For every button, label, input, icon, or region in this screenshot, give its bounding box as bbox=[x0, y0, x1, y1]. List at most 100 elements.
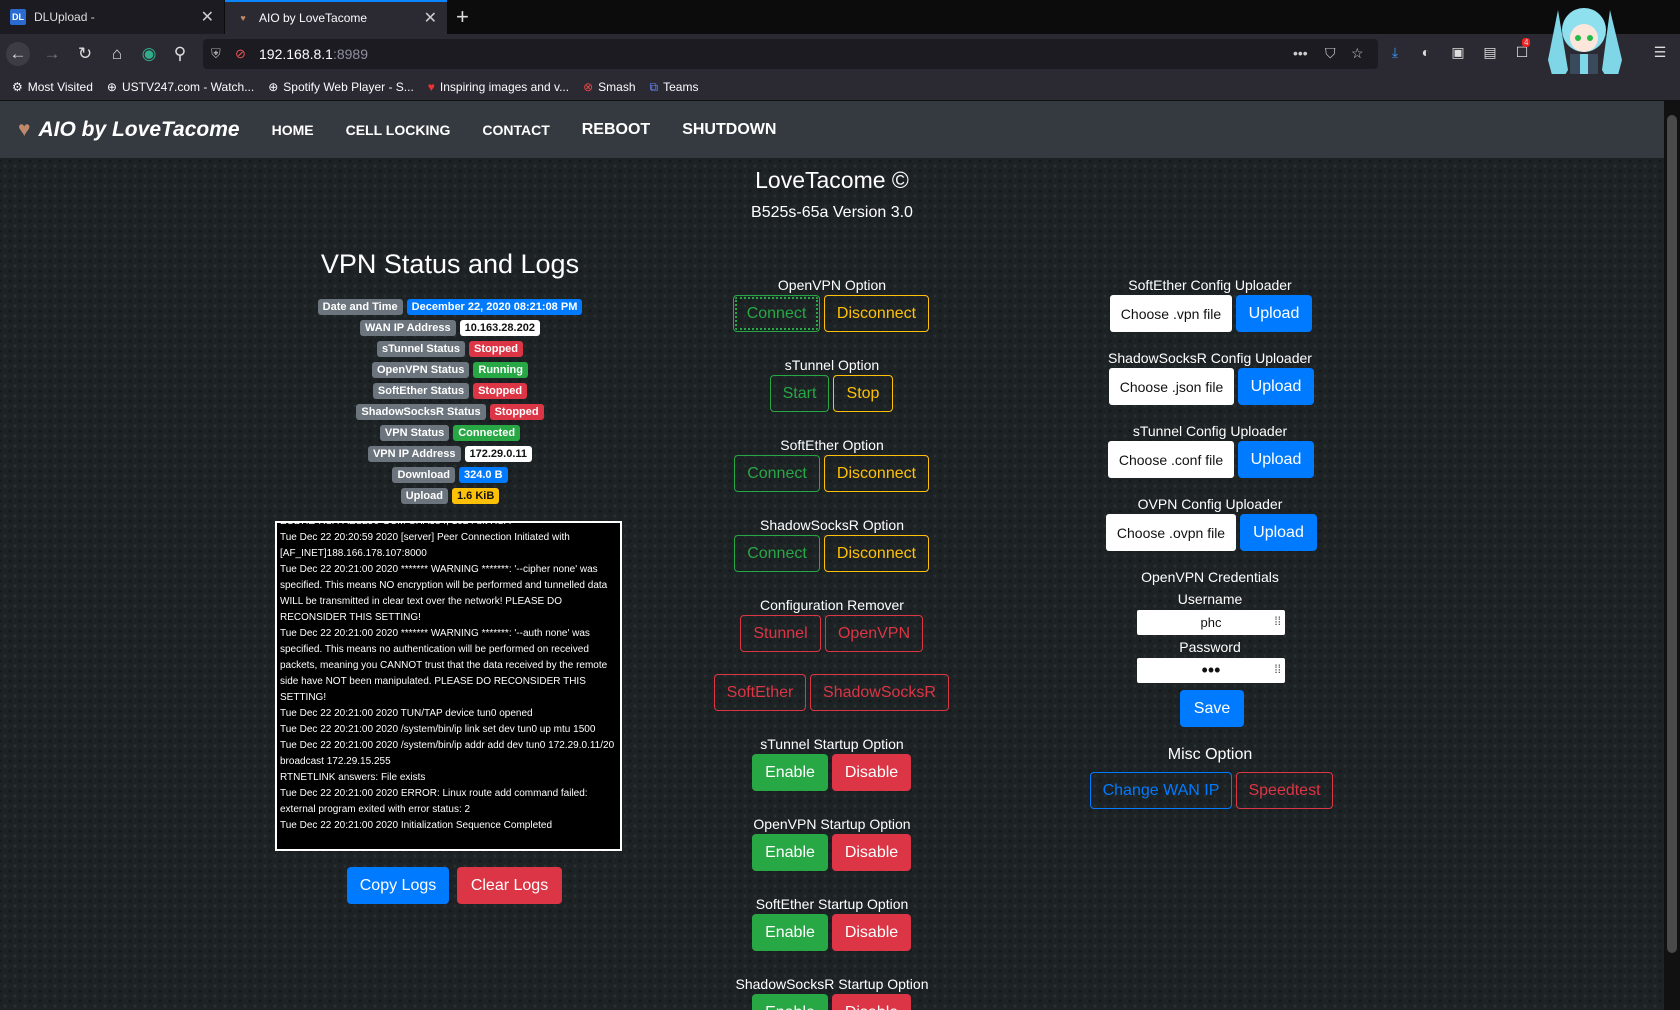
softether-startup-disable-button[interactable]: Disable bbox=[832, 914, 911, 951]
password-manager-icon[interactable]: ⁞⁞ bbox=[1274, 662, 1281, 676]
bookmark-teams[interactable]: ⧉ Teams bbox=[650, 80, 699, 95]
credentials-title: OpenVPN Credentials bbox=[1141, 569, 1279, 585]
openvpn-startup-disable-button[interactable]: Disable bbox=[832, 834, 911, 871]
softether-connect-button[interactable]: Connect bbox=[734, 455, 820, 492]
page-actions-icon[interactable]: ••• bbox=[1293, 45, 1308, 61]
ssr-disconnect-button[interactable]: Disconnect bbox=[824, 535, 929, 572]
status-value: 1.6 KiB bbox=[451, 488, 500, 504]
insecure-lock-icon[interactable]: ⊘ bbox=[235, 46, 253, 62]
softether-startup-enable-button[interactable]: Enable bbox=[752, 914, 828, 951]
page-scrollbar[interactable] bbox=[1664, 101, 1680, 1010]
download-icon[interactable]: ⤓ bbox=[1385, 44, 1405, 64]
nav-contact[interactable]: CONTACT bbox=[482, 122, 549, 138]
choose-conf-file-button[interactable]: Choose .conf file bbox=[1108, 441, 1234, 478]
ssr-startup-disable-button[interactable]: Disable bbox=[832, 994, 911, 1010]
addon-icon[interactable]: ▤ bbox=[1480, 44, 1500, 64]
stunnel-start-button[interactable]: Start bbox=[770, 375, 829, 412]
ssr-upload-button[interactable]: Upload bbox=[1238, 368, 1314, 405]
status-row-wan-ip: WAN IP Address 10.163.28.202 bbox=[260, 320, 640, 336]
change-wan-ip-button[interactable]: Change WAN IP bbox=[1090, 772, 1232, 809]
account-icon[interactable]: ⚲ bbox=[168, 42, 192, 66]
status-label: VPN IP Address bbox=[367, 446, 461, 462]
log-line: Tue Dec 22 20:21:00 2020 Initialization … bbox=[280, 820, 553, 831]
choose-vpn-file-button[interactable]: Choose .vpn file bbox=[1110, 295, 1232, 332]
speedtest-button[interactable]: Speedtest bbox=[1236, 772, 1333, 809]
softether-disconnect-button[interactable]: Disconnect bbox=[824, 455, 929, 492]
bookmark-star-icon[interactable]: ☆ bbox=[1351, 45, 1364, 62]
openvpn-disconnect-button[interactable]: Disconnect bbox=[824, 295, 929, 332]
password-input[interactable]: ••• ⁞⁞ bbox=[1137, 658, 1285, 683]
log-textarea[interactable]: ECDHE-RSA-AES256-GCM-SHA384, 1024 bit RS… bbox=[275, 521, 622, 851]
page-title: LoveTacome © bbox=[755, 167, 909, 193]
browser-tab-bar: DL DLUpload - ✕ ♥ AIO by LoveTacome ✕ + bbox=[0, 0, 1680, 34]
clear-logs-button[interactable]: Clear Logs bbox=[457, 867, 562, 904]
username-input[interactable]: phc ⁞⁞ bbox=[1137, 610, 1285, 635]
browser-tab-dlupload[interactable]: DL DLUpload - ✕ bbox=[0, 0, 224, 34]
config-remover-label: Configuration Remover bbox=[760, 597, 904, 613]
extension-icon[interactable]: ◉ bbox=[137, 42, 161, 66]
reload-icon[interactable]: ↻ bbox=[73, 42, 97, 66]
bookmark-smash[interactable]: ⊗ Smash bbox=[583, 80, 635, 94]
shield-icon[interactable]: ⛨ bbox=[211, 46, 229, 62]
remove-openvpn-button[interactable]: OpenVPN bbox=[825, 615, 923, 652]
ssr-connect-button[interactable]: Connect bbox=[734, 535, 820, 572]
bookmark-most-visited[interactable]: ⚙ Most Visited bbox=[12, 80, 93, 94]
openvpn-startup-enable-button[interactable]: Enable bbox=[752, 834, 828, 871]
remove-ssr-button[interactable]: ShadowSocksR bbox=[810, 674, 949, 711]
teams-icon: ⧉ bbox=[649, 79, 659, 94]
nav-cell-locking[interactable]: CELL LOCKING bbox=[346, 122, 451, 138]
tab-label: DLUpload - bbox=[34, 10, 95, 24]
scrollbar-thumb[interactable] bbox=[1667, 115, 1677, 953]
heart-favicon-icon: ♥ bbox=[240, 13, 246, 23]
close-tab-icon[interactable]: ✕ bbox=[424, 8, 437, 28]
forward-icon[interactable]: → bbox=[40, 42, 64, 66]
status-value: Stopped bbox=[489, 404, 544, 420]
bookmark-spotify[interactable]: ⊕ Spotify Web Player - S... bbox=[268, 80, 414, 94]
new-tab-icon[interactable]: + bbox=[456, 4, 469, 30]
remove-stunnel-button[interactable]: Stunnel bbox=[740, 615, 821, 652]
globe-icon: ⊕ bbox=[106, 80, 117, 94]
screenshot-icon[interactable]: ▣ bbox=[1448, 44, 1468, 64]
bookmark-ustv[interactable]: ⊕ USTV247.com - Watch... bbox=[107, 80, 254, 94]
choose-json-file-button[interactable]: Choose .json file bbox=[1109, 368, 1234, 405]
stunnel-upload-button[interactable]: Upload bbox=[1238, 441, 1314, 478]
brand[interactable]: ♥ AIO by LoveTacome bbox=[18, 118, 240, 142]
notification-count: 4 bbox=[1522, 38, 1531, 47]
stunnel-startup-enable-button[interactable]: Enable bbox=[752, 754, 828, 791]
nav-reboot[interactable]: REBOOT bbox=[582, 121, 650, 139]
status-label: VPN Status bbox=[379, 425, 450, 441]
username-value: phc bbox=[1200, 615, 1222, 630]
browser-toolbar: ← → ↻ ⌂ ◉ ⚲ ⛨ ⊘ 192.168.8.1:8989 ••• ⛉ ☆… bbox=[0, 34, 1680, 74]
softether-upload-button[interactable]: Upload bbox=[1236, 295, 1312, 332]
dl-favicon-icon: DL bbox=[10, 9, 26, 25]
stunnel-stop-button[interactable]: Stop bbox=[833, 375, 893, 412]
openvpn-connect-button[interactable]: Connect bbox=[733, 295, 820, 332]
menu-icon[interactable]: ☰ bbox=[1650, 44, 1670, 64]
home-icon[interactable]: ⌂ bbox=[105, 42, 129, 66]
status-label: Download bbox=[392, 467, 456, 483]
url-bar[interactable]: ⛨ ⊘ 192.168.8.1:8989 ••• ⛉ ☆ bbox=[203, 39, 1378, 69]
url-port: :8989 bbox=[332, 46, 369, 62]
password-manager-icon[interactable]: ⁞⁞ bbox=[1274, 614, 1281, 628]
nav-home[interactable]: HOME bbox=[272, 122, 314, 138]
vpn-extension-icon[interactable]: ◐ bbox=[1416, 44, 1436, 64]
notification-icon[interactable]: ☐ 4 bbox=[1512, 38, 1532, 64]
smash-icon: ⊗ bbox=[583, 80, 594, 94]
ssr-uploader-label: ShadowSocksR Config Uploader bbox=[1108, 350, 1312, 366]
ovpn-upload-button[interactable]: Upload bbox=[1240, 514, 1317, 551]
bookmark-inspiring[interactable]: ♥ Inspiring images and v... bbox=[428, 80, 569, 94]
ssr-startup-enable-button[interactable]: Enable bbox=[752, 994, 828, 1010]
username-label: Username bbox=[1177, 591, 1243, 607]
remove-softether-button[interactable]: SoftEther bbox=[714, 674, 806, 711]
pocket-icon[interactable]: ⛉ bbox=[1325, 45, 1336, 62]
back-icon[interactable]: ← bbox=[6, 42, 30, 66]
nav-shutdown[interactable]: SHUTDOWN bbox=[682, 121, 776, 139]
status-row-vpn-ip: VPN IP Address 172.29.0.11 bbox=[260, 446, 640, 462]
close-tab-icon[interactable]: ✕ bbox=[201, 7, 214, 27]
copy-logs-button[interactable]: Copy Logs bbox=[347, 867, 449, 904]
browser-tab-aio[interactable]: ♥ AIO by LoveTacome ✕ bbox=[225, 0, 447, 34]
stunnel-startup-disable-button[interactable]: Disable bbox=[832, 754, 911, 791]
save-credentials-button[interactable]: Save bbox=[1180, 690, 1244, 727]
openvpn-option-label: OpenVPN Option bbox=[777, 277, 887, 293]
choose-ovpn-file-button[interactable]: Choose .ovpn file bbox=[1106, 514, 1236, 551]
